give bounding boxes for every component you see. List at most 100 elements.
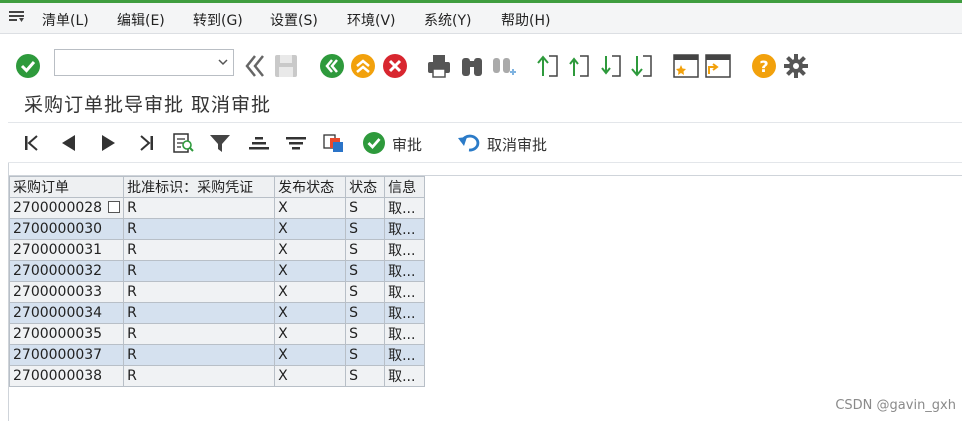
chevron-down-icon[interactable] [217,57,229,67]
cell-status[interactable]: S [345,218,386,240]
value-help-icon[interactable] [108,201,121,213]
cell-status[interactable]: S [345,365,386,387]
command-field[interactable] [54,49,234,76]
cell-message[interactable]: 取... [384,260,426,282]
cell-approval-flag[interactable]: R [123,365,276,387]
back-button[interactable] [318,52,346,80]
find-button[interactable] [458,52,486,80]
header-release-status[interactable]: 发布状态 [274,176,347,198]
cell-release-status[interactable]: X [274,239,347,261]
menu-goto[interactable]: 转到(G) [193,10,243,30]
cell-approval-flag[interactable]: R [123,218,276,240]
cell-approval-flag[interactable]: R [123,260,276,282]
cell-purchase-order[interactable]: 2700000034 [8,302,125,324]
table-row[interactable]: 2700000034 R X S 取... [8,302,426,324]
sort-descending-button[interactable] [283,128,309,158]
header-message[interactable]: 信息 [384,176,426,198]
previous-row-button[interactable] [56,128,82,158]
cell-release-status[interactable]: X [274,323,347,345]
header-status[interactable]: 状态 [345,176,386,198]
layout-button[interactable] [321,128,347,158]
table-row[interactable]: 2700000033 R X S 取... [8,281,426,303]
approve-button[interactable] [361,128,387,158]
menu-settings[interactable]: 设置(S) [270,10,318,30]
enter-button[interactable] [14,52,42,80]
menu-list[interactable]: 清单(L) [42,10,89,30]
next-page-button[interactable] [597,52,625,80]
table-row[interactable]: 2700000035 R X S 取... [8,323,426,345]
cell-approval-flag[interactable]: R [123,302,276,324]
cell-release-status[interactable]: X [274,281,347,303]
cell-status[interactable]: S [345,323,386,345]
cell-message[interactable]: 取... [384,239,426,261]
settings-button[interactable] [782,52,810,80]
cell-release-status[interactable]: X [274,260,347,282]
details-button[interactable] [170,128,196,158]
cell-approval-flag[interactable]: R [123,323,276,345]
cell-release-status[interactable]: X [274,344,347,366]
cell-status[interactable]: S [345,260,386,282]
first-page-button[interactable] [534,52,562,80]
header-purchase-order[interactable]: 采购订单 [8,176,125,198]
create-session-button[interactable] [672,52,700,80]
table-row[interactable]: 2700000031 R X S 取... [8,239,426,261]
cell-status[interactable]: S [345,197,386,219]
cancel-approve-label[interactable]: 取消审批 [487,134,547,155]
sort-ascending-button[interactable] [246,128,272,158]
exit-button[interactable] [349,52,377,80]
last-row-button[interactable] [133,128,159,158]
help-button[interactable]: ? [750,52,778,80]
save-button[interactable] [272,52,300,80]
cell-approval-flag[interactable]: R [123,239,276,261]
shortcut-button[interactable] [704,52,732,80]
first-row-button[interactable] [19,128,45,158]
cell-purchase-order[interactable]: 2700000037 [8,344,125,366]
next-row-button[interactable] [95,128,121,158]
cell-release-status[interactable]: X [274,197,347,219]
cell-approval-flag[interactable]: R [123,344,276,366]
cell-purchase-order[interactable]: 2700000031 [8,239,125,261]
cell-purchase-order[interactable]: 2700000033 [8,281,125,303]
cancel-approve-button[interactable] [456,128,482,158]
menu-system[interactable]: 系统(Y) [424,10,471,30]
cell-message[interactable]: 取... [384,323,426,345]
cell-status[interactable]: S [345,281,386,303]
cell-purchase-order[interactable]: 2700000032 [8,260,125,282]
approve-label[interactable]: 审批 [392,134,422,155]
menu-environment[interactable]: 环境(V) [347,10,396,30]
cell-message[interactable]: 取... [384,344,426,366]
cell-status[interactable]: S [345,239,386,261]
cell-release-status[interactable]: X [274,365,347,387]
cell-purchase-order[interactable]: 2700000030 [8,218,125,240]
cell-message[interactable]: 取... [384,365,426,387]
table-row[interactable]: 2700000038 R X S 取... [8,365,426,387]
table-row[interactable]: 2700000032 R X S 取... [8,260,426,282]
find-next-button[interactable] [490,52,518,80]
cancel-button[interactable] [381,52,409,80]
cell-status[interactable]: S [345,302,386,324]
table-row[interactable]: 2700000037 R X S 取... [8,344,426,366]
menu-edit[interactable]: 编辑(E) [117,10,165,30]
cell-approval-flag[interactable]: R [123,197,276,219]
menu-help[interactable]: 帮助(H) [501,10,550,30]
cell-purchase-order[interactable]: 2700000035 [8,323,125,345]
cell-release-status[interactable]: X [274,302,347,324]
cell-purchase-order[interactable]: 2700000028 [8,197,125,219]
cell-purchase-order[interactable]: 2700000038 [8,365,125,387]
back-double-button[interactable] [241,52,269,80]
command-input[interactable] [59,51,213,76]
cell-status[interactable]: S [345,344,386,366]
cell-message[interactable]: 取... [384,197,426,219]
system-menu-icon[interactable] [9,11,25,23]
header-approval-flag[interactable]: 批准标识：采购凭证 [123,176,276,198]
cell-message[interactable]: 取... [384,218,426,240]
filter-button[interactable] [207,128,233,158]
cell-release-status[interactable]: X [274,218,347,240]
cell-message[interactable]: 取... [384,281,426,303]
last-page-button[interactable] [628,52,656,80]
previous-page-button[interactable] [565,52,593,80]
cell-approval-flag[interactable]: R [123,281,276,303]
table-row[interactable]: 2700000030 R X S 取... [8,218,426,240]
print-button[interactable] [425,52,453,80]
table-row[interactable]: 2700000028 R X S 取... [8,197,426,219]
